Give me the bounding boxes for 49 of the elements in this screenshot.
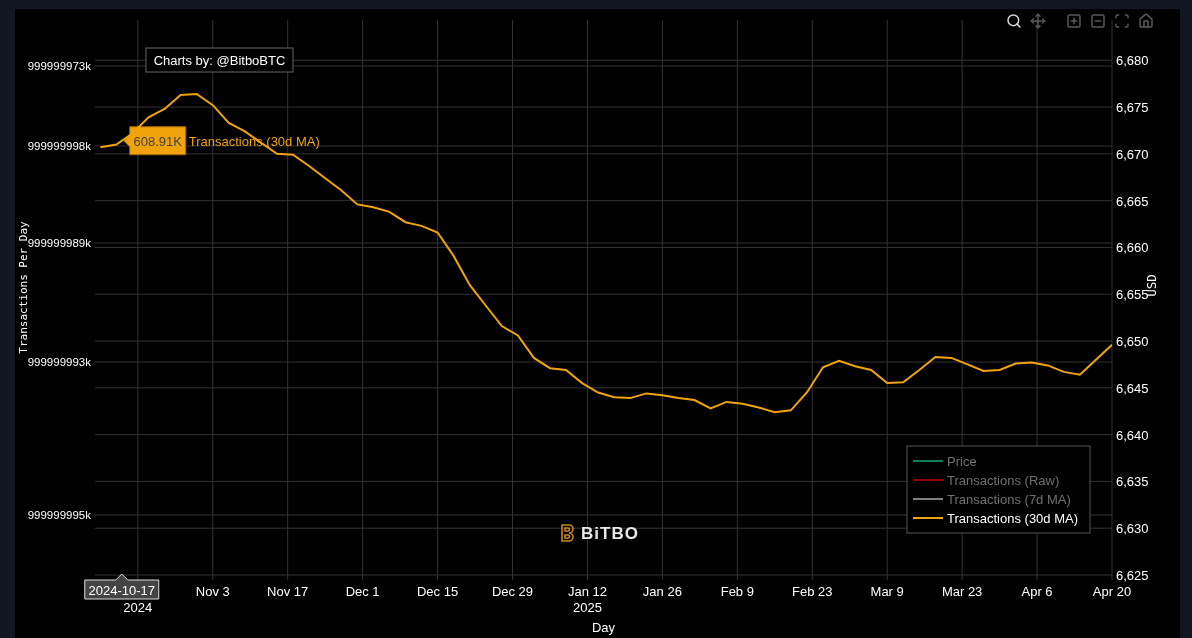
tick-label: 6,645 [1116,380,1149,396]
autoscale-icon[interactable] [1113,12,1131,30]
tick-label: Apr 6 [1021,584,1053,599]
tick-label: 999999989k [27,237,91,249]
move-icon[interactable] [1029,12,1047,30]
tick-label: 999999995k [27,509,91,521]
tick-label: 6,665 [1116,193,1149,209]
tick-label: Feb 23 [792,584,833,599]
tick-label: Nov 17 [267,584,309,599]
tick-label: 999999998k [27,140,91,152]
annotation: Charts by: @BitboBTC [153,53,286,68]
home-icon[interactable] [1137,12,1155,30]
tick-label: Feb 9 [720,584,754,599]
legend-item[interactable]: Transactions (30d MA) [912,511,1078,526]
year-label: 2025 [573,600,602,615]
tick-label: Jan 12 [567,584,607,599]
tick-label: 6,630 [1116,521,1149,537]
search-icon[interactable] [1005,12,1023,30]
tick-label: 6,650 [1116,334,1149,349]
logo: BiTBO [561,524,639,543]
tick-label: 6,670 [1116,146,1149,162]
b-logo-icon [561,524,574,542]
tick-label: 6,660 [1116,240,1149,256]
tick-label: 999999973k [27,60,91,72]
credit-annotation: Charts by: @BitboBTC [145,47,294,73]
legend-item[interactable]: Price [912,454,977,469]
hover-date-label: 2024-10-17 [84,573,160,600]
zoom-in-icon[interactable] [1065,12,1083,30]
tick-label: Jan 26 [642,584,682,599]
hover-value-label: 608.91K [123,126,187,156]
legend-item[interactable]: Transactions (7d MA) [912,492,1071,507]
axis-title: Day [591,620,616,635]
tick-label: Apr 20 [1092,584,1132,599]
year-label: 2024 [123,600,153,615]
tick-label: Mar 23 [941,584,983,599]
tick-label: 6,625 [1116,568,1149,583]
tick-label: Dec 1 [345,584,380,599]
tick-label: 6,680 [1116,53,1149,69]
tick-label: Mar 9 [870,584,904,599]
tick-label: 6,640 [1116,427,1149,443]
tick-label: Nov 3 [195,584,230,599]
tick-label: 999999993k [27,356,91,368]
tick-label: Dec 15 [416,584,459,599]
tick-label: 6,675 [1116,100,1149,116]
tick-label: 6,635 [1116,474,1149,490]
legend-item[interactable]: Transactions (Raw) [912,473,1060,488]
hover-series-label: Transactions (30d MA) [188,133,320,149]
zoom-out-icon[interactable] [1089,12,1107,30]
tick-label: Dec 29 [491,584,534,599]
